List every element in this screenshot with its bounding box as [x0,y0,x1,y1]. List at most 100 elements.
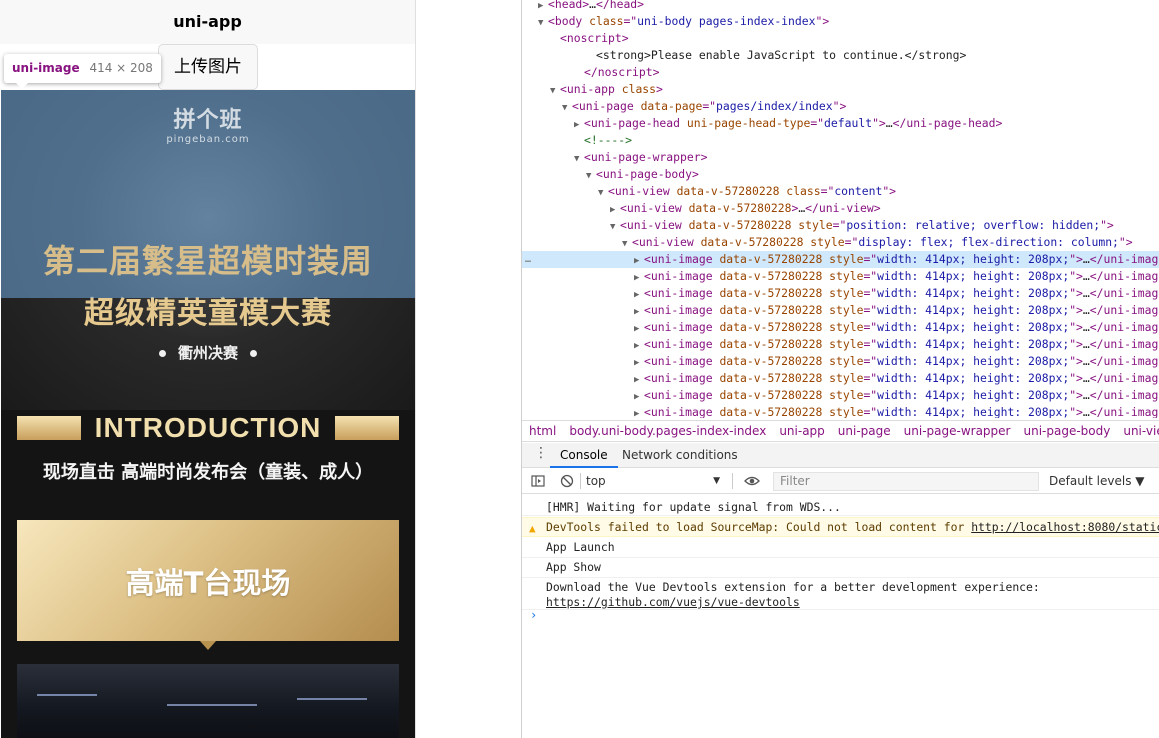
more-menu-icon[interactable]: ⋮ [534,446,548,460]
dom-node[interactable]: ▶ <uni-image data-v-57280228 style="width… [522,302,1159,319]
breadcrumb-item[interactable]: uni-app [779,424,824,438]
intro-bar-left [17,416,81,440]
dom-node[interactable]: ▼ <uni-page-body> [522,166,1159,183]
node-text: … [885,116,893,130]
node-text: data-v-57280228 style [700,235,845,249]
dom-node[interactable]: ▼ <uni-view data-v-57280228 style="positi… [522,217,1159,234]
node-text: data-v-57280228 style [719,320,864,334]
node-text: class [621,82,657,96]
upload-image-button[interactable]: 上传图片 [158,44,258,90]
intro-subtitle: 现场直击 高端时尚发布会（童装、成人） [42,462,374,483]
console-warning: ▲ DevTools failed to load SourceMap: Coul… [522,517,1159,537]
node-text: width: 414px; height: 208px; [877,371,1070,385]
node-text: "> [1069,269,1083,283]
tab-network-conditions[interactable]: Network conditions [622,443,738,468]
dom-node[interactable]: ▶ <head>…</head> [522,0,1159,13]
breadcrumb-item[interactable]: html [529,424,556,438]
dom-node[interactable]: … ▶ <uni-image data-v-57280228 style="widt… [522,251,1159,268]
dom-node[interactable]: <noscript> [522,30,1159,47]
dom-node[interactable]: ▶ <uni-image data-v-57280228 style="width… [522,336,1159,353]
dom-node[interactable]: ▶ <uni-page-head uni-page-head-type="defa… [522,115,1159,132]
node-text: </uni-image> [1089,303,1159,317]
node-text: position: relative; overflow: hidden; [846,218,1101,232]
breadcrumb-item[interactable]: uni-page-body [1023,424,1110,438]
console-filter-input[interactable]: Filter [773,472,1039,491]
breadcrumb-item[interactable]: body.uni-body.pages-index-index [569,424,766,438]
node-text: > [656,82,663,96]
console-message: App Show [522,558,1159,578]
node-text: =" [863,405,878,418]
nav-bar-title: uni-app [0,0,415,44]
log-levels-dropdown[interactable]: Default levels ▼ [1049,473,1145,490]
dom-node[interactable]: ▶ <uni-image data-v-57280228 style="width… [522,404,1159,418]
dom-node[interactable]: ▼ <body class="uni-body pages-index-index… [522,13,1159,30]
node-text: <uni-image [644,388,720,402]
node-text: display: flex; flex-direction: column; [858,235,1119,249]
node-text: <!----> [584,133,633,147]
dom-node[interactable]: </noscript> [522,64,1159,81]
message-text: [HMR] Waiting for update signal from WDS… [546,500,841,514]
console-prompt[interactable]: › [530,608,537,622]
dom-node[interactable]: ▼ <uni-page data-page="pages/index/index"… [522,98,1159,115]
node-text: "> [882,184,897,198]
clear-console-icon[interactable] [560,474,574,488]
dom-node[interactable]: ▼ <uni-view data-v-57280228 style="displa… [522,234,1159,251]
node-text: width: 414px; height: 208px; [877,303,1070,317]
breadcrumb-item[interactable]: uni-page-wrapper [904,424,1011,438]
node-text: =" [863,388,878,402]
dom-node[interactable]: <strong>Please enable JavaScript to cont… [522,47,1159,64]
expand-arrow-icon[interactable]: ▶ [634,406,644,418]
drawer-tabbar: ⋮ Console Network conditions [522,443,1159,468]
dom-node[interactable]: ▼ <uni-page-wrapper> [522,149,1159,166]
breadcrumb-item[interactable]: uni-view.content [1123,424,1159,438]
poster-image[interactable]: 拼个班 pingeban.com 第二届繁星超模时装周 超级精英童模大赛 衢州决… [1,90,415,738]
node-text: "> [1069,388,1083,402]
sidebar-toggle-icon[interactable] [531,474,545,488]
selected-node-marker[interactable]: … [525,251,531,268]
node-text: data-v-57280228 class [676,184,821,198]
node-text: "> [1118,235,1133,249]
node-text: width: 414px; height: 208px; [877,337,1070,351]
node-text: "> [1069,405,1083,418]
node-text: data-v-57280228 [688,201,792,215]
dom-node[interactable]: <!----> [522,132,1159,149]
node-text: "> [872,116,886,130]
intro-heading: INTRODUCTION [17,414,399,442]
node-text: <uni-view [620,218,689,232]
message-link[interactable]: https://github.com/vuejs/vue-devtools [546,595,800,609]
dom-node[interactable]: ▶ <uni-image data-v-57280228 style="width… [522,353,1159,370]
logo-text-en: pingeban.com [166,134,250,145]
tab-console[interactable]: Console [550,443,618,468]
node-text: "> [815,14,830,28]
node-text: <uni-page-wrapper> [584,150,708,164]
dom-node[interactable]: ▶ <uni-view data-v-57280228>…</uni-view> [522,200,1159,217]
node-text: </uni-image> [1089,252,1159,266]
dom-node[interactable]: ▶ <uni-image data-v-57280228 style="width… [522,319,1159,336]
dom-node[interactable]: ▶ <uni-image data-v-57280228 style="width… [522,387,1159,404]
logo: 拼个班 pingeban.com [1,102,415,145]
node-text: data-v-57280228 style [719,269,864,283]
eye-icon[interactable] [743,474,761,488]
message-link[interactable]: http://localhost:8080/static/js [971,520,1159,534]
node-text: </noscript> [584,65,660,79]
dom-node[interactable]: ▶ <uni-image data-v-57280228 style="width… [522,370,1159,387]
node-text: <body [548,14,590,28]
node-text: "> [1069,337,1083,351]
message-text: App Show [546,560,601,574]
node-text: =" [702,99,717,113]
breadcrumb-item[interactable]: uni-page [838,424,891,438]
node-text: … [1082,371,1090,385]
elements-tree[interactable]: ▶ <head>…</head> ▼ <body class="uni-body pa… [522,0,1159,418]
context-selector[interactable]: top ▼ [586,473,724,490]
dom-node[interactable]: ▼ <uni-app class> [522,81,1159,98]
node-text: … [1082,303,1090,317]
dom-node[interactable]: ▶ <uni-image data-v-57280228 style="width… [522,285,1159,302]
node-text: =" [863,354,878,368]
intro-bar-right [335,416,399,440]
dom-node[interactable]: ▼ <uni-view data-v-57280228 class="conten… [522,183,1159,200]
runway-card-arrow [200,641,216,650]
dom-node[interactable]: ▶ <uni-image data-v-57280228 style="width… [522,268,1159,285]
runway-stage-photo [17,664,399,738]
console-message: App Launch [522,538,1159,558]
node-text: <uni-page-body> [596,167,699,181]
